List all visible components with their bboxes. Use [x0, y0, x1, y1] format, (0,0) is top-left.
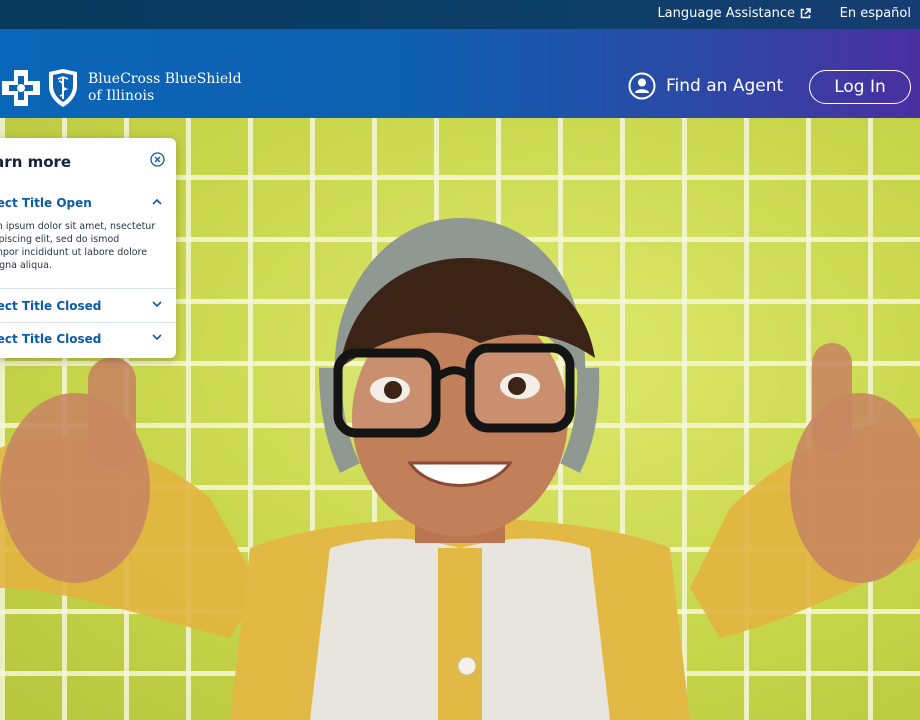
learn-more-panel: earn more bject Title Open rem ipsum dol…	[0, 138, 176, 358]
find-agent-label: Find an Agent	[666, 76, 784, 96]
language-assistance-label: Language Assistance	[657, 6, 795, 21]
bcbs-shield-icon	[49, 69, 77, 107]
accordion-title: bject Title Open	[0, 196, 92, 210]
accordion-item-open[interactable]: bject Title Open	[0, 193, 168, 213]
external-link-icon	[800, 8, 811, 19]
chevron-down-icon	[152, 301, 162, 308]
accordion-title: bject Title Closed	[0, 332, 102, 346]
accordion-item-closed[interactable]: bject Title Closed	[0, 329, 168, 349]
login-button[interactable]: Log In	[809, 70, 911, 104]
accordion-divider	[0, 322, 176, 323]
brand-name: BlueCross BlueShield of Illinois	[88, 71, 242, 105]
chevron-up-icon	[152, 198, 162, 205]
bcbs-cross-icon	[2, 70, 40, 106]
espanol-link[interactable]: En español	[840, 6, 911, 21]
find-agent-link[interactable]: Find an Agent	[628, 72, 783, 100]
accordion-title: bject Title Closed	[0, 299, 102, 313]
accordion-body: rem ipsum dolor sit amet, nsectetur adip…	[0, 221, 156, 271]
accordion-item-closed[interactable]: bject Title Closed	[0, 296, 168, 316]
brand-line-2: of Illinois	[88, 88, 155, 104]
site-header: BlueCross BlueShield of Illinois Find an…	[0, 29, 920, 118]
brand-line-1: BlueCross BlueShield	[88, 71, 242, 87]
language-assistance-link[interactable]: Language Assistance	[657, 6, 811, 21]
chevron-down-icon	[152, 334, 162, 341]
panel-title: earn more	[0, 153, 72, 171]
close-circle-icon	[150, 152, 165, 167]
utility-bar: Language Assistance En español	[0, 0, 920, 29]
user-icon	[628, 72, 656, 100]
panel-close-button[interactable]	[150, 152, 165, 167]
accordion-divider	[0, 288, 176, 289]
bcbs-logo[interactable]: BlueCross BlueShield of Illinois	[0, 68, 242, 108]
